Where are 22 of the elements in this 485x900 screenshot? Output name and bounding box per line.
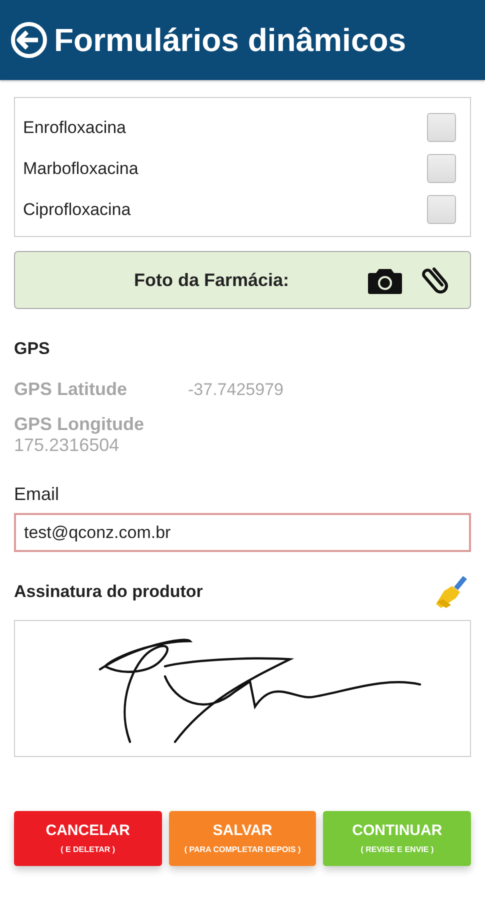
field-label: Assinatura do produtor bbox=[14, 582, 203, 602]
back-button[interactable] bbox=[10, 21, 48, 59]
email-field[interactable]: test@qconz.com.br bbox=[14, 513, 471, 552]
checkbox[interactable] bbox=[427, 113, 456, 142]
paperclip-icon[interactable] bbox=[422, 265, 448, 295]
section-title: GPS bbox=[14, 339, 51, 359]
checkbox[interactable] bbox=[427, 154, 456, 183]
action-button[interactable]: CANCELAR ( E DELETAR ) bbox=[14, 811, 162, 866]
signature-pad[interactable] bbox=[14, 620, 471, 757]
field-value: 175.2316504 bbox=[14, 435, 120, 456]
field-label: GPS Latitude bbox=[14, 379, 128, 400]
field-label: Email bbox=[14, 484, 60, 505]
screen-title: Formulários dinâmicos bbox=[54, 22, 406, 58]
option-label: Enrofloxacina bbox=[23, 118, 126, 138]
option-label: Ciprofloxacina bbox=[23, 200, 131, 220]
field-label: GPS Longitude bbox=[14, 414, 145, 435]
checkbox[interactable] bbox=[427, 195, 456, 224]
camera-icon[interactable] bbox=[368, 266, 402, 294]
action-button[interactable]: SALVAR ( PARA COMPLETAR DEPOIS ) bbox=[168, 811, 316, 866]
photo-label: Foto da Farmácia: bbox=[132, 270, 290, 290]
field-value: -37.7425979 bbox=[188, 380, 284, 400]
option-label: Marbofloxacina bbox=[23, 158, 138, 178]
